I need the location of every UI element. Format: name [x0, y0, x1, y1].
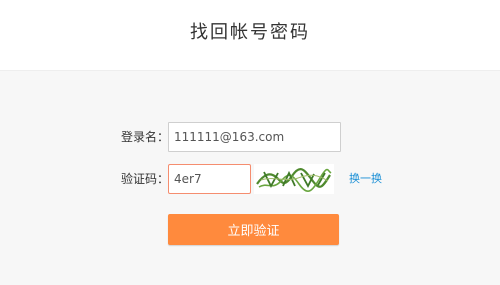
username-label: 登录名： [121, 130, 170, 144]
captcha-image[interactable] [254, 164, 334, 194]
captcha-graphic [256, 168, 332, 193]
username-input[interactable] [168, 122, 341, 152]
verify-button[interactable]: 立即验证 [168, 214, 339, 245]
refresh-captcha-link[interactable]: 换一换 [349, 172, 382, 186]
page-title: 找回帐号密码 [190, 22, 310, 43]
captcha-label: 验证码： [121, 172, 170, 186]
captcha-input[interactable] [168, 164, 251, 194]
header-bar: 找回帐号密码 [0, 0, 500, 71]
